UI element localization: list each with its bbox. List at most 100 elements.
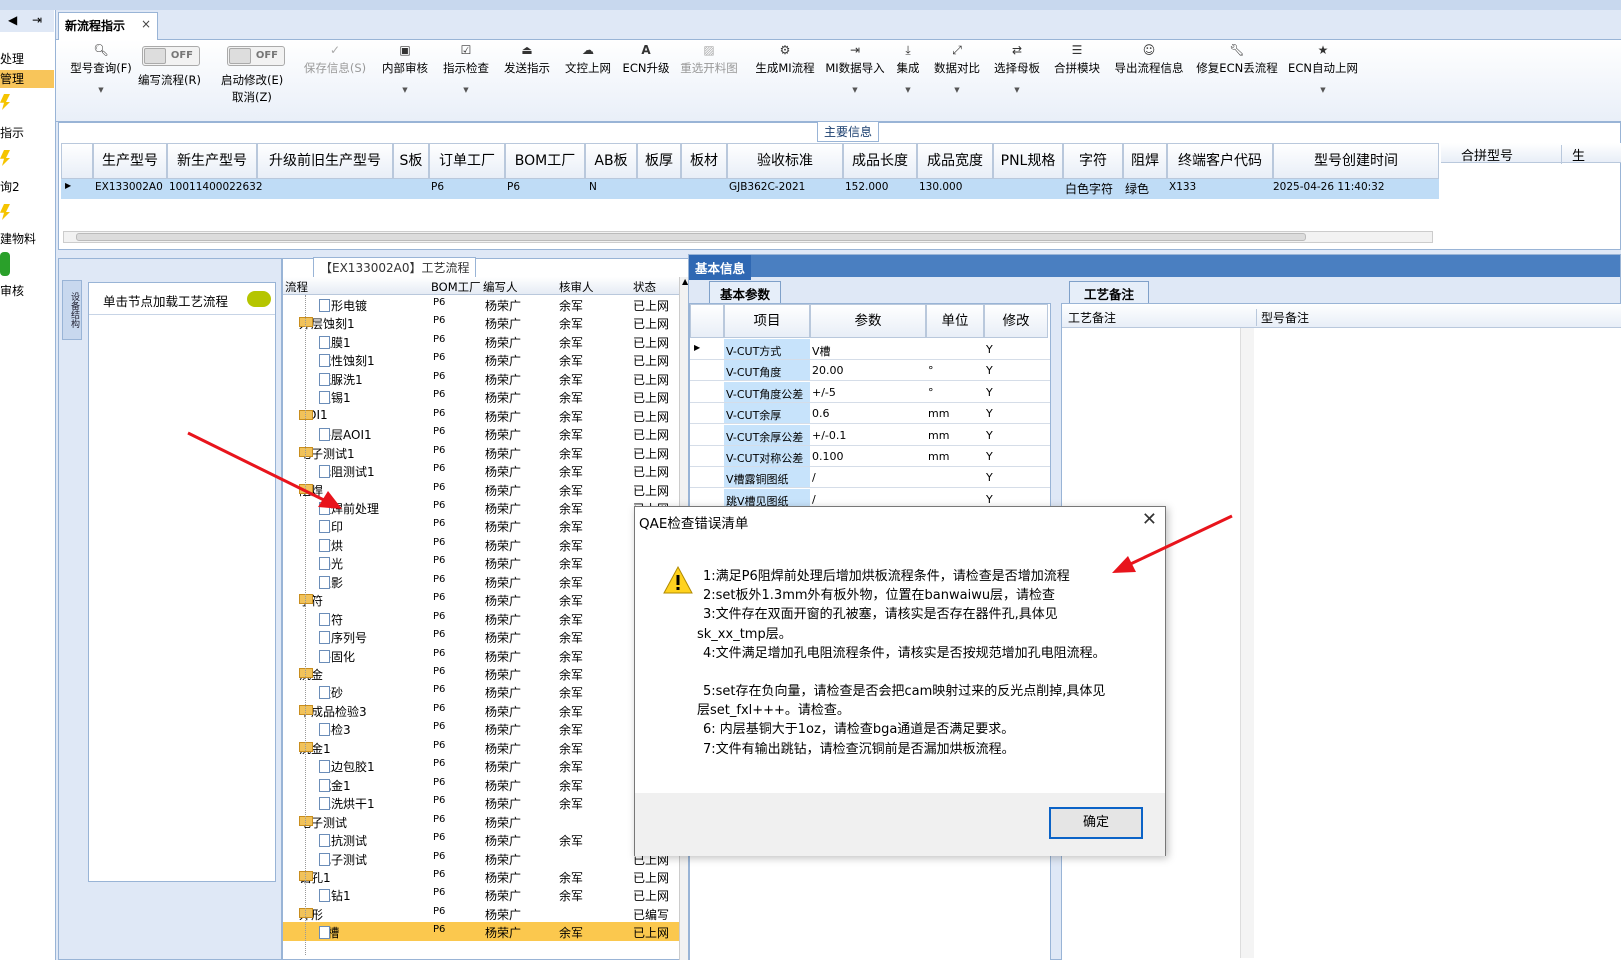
param-cell[interactable]: +/-0.1 — [812, 429, 846, 442]
param-row[interactable]: V-CUT角度公差 +/-5 ° Y — [690, 381, 1050, 403]
col-header[interactable]: 工艺备注 — [1068, 309, 1116, 326]
tree-row[interactable]: 字符P6杨荣广余军已上网 — [283, 609, 679, 628]
col-header[interactable]: 流程 — [285, 279, 308, 295]
close-icon[interactable]: ✕ — [1142, 509, 1157, 530]
col-header[interactable]: 核审人 — [559, 279, 594, 295]
repair-ecn-button[interactable]: 🔧︎ 修复ECN丢流程 — [1194, 40, 1280, 76]
tab-basic-info[interactable]: 基本信息 — [689, 255, 752, 280]
doc-online-button[interactable]: ☁ 文控上网 — [560, 40, 616, 76]
ok-button[interactable]: 确定 — [1049, 807, 1143, 839]
col-header[interactable]: 型号备注 — [1256, 309, 1309, 326]
col-header[interactable]: 编写人 — [483, 279, 518, 295]
nav-item-query2[interactable]: 询2 — [0, 178, 54, 196]
param-cell[interactable]: +/-5 — [812, 386, 836, 399]
tree-row[interactable]: −电子测试1 P6 杨荣广 余军 已上网 — [283, 443, 679, 462]
col-header[interactable]: BOM工厂 — [431, 279, 481, 295]
nav-item-review[interactable]: 审核 — [0, 282, 54, 300]
nav-item-material[interactable]: 建物料 — [0, 230, 54, 248]
tree-row[interactable]: 水洗烘干1P6杨荣广余军已上网 — [283, 793, 679, 812]
chevron-down-icon[interactable]: ▼ — [438, 86, 494, 94]
param-cell[interactable]: / — [812, 493, 816, 506]
col-header[interactable]: 板材 — [681, 143, 727, 179]
col-header[interactable]: 板厚 — [637, 143, 681, 179]
horizontal-scrollbar[interactable] — [63, 231, 1433, 243]
tree-row[interactable]: 显影P6杨荣广余军已上网 — [283, 572, 679, 591]
node-hint[interactable]: 单击节点加载工艺流程 — [89, 283, 275, 315]
col-header[interactable]: 生产型号 — [93, 143, 167, 179]
reselect-cut-image-button[interactable]: ▨ 重选开料图 — [674, 40, 744, 76]
col-header[interactable]: 成品长度 — [843, 143, 917, 179]
chevron-down-icon[interactable]: ▼ — [930, 86, 984, 94]
tree-row[interactable]: −AOI1 P6 杨荣广 余军 已上网 — [283, 406, 679, 425]
col-header[interactable]: 阻焊 — [1123, 143, 1167, 179]
generate-mi-process-button[interactable]: ⚙ 生成MI流程 — [748, 40, 822, 76]
internal-review-button[interactable]: ▣ 内部审核 ▼ — [378, 40, 432, 94]
send-instruction-button[interactable]: ⏏ 发送指示 — [498, 40, 556, 76]
param-cell[interactable]: / — [812, 471, 816, 484]
col-header[interactable]: 字符 — [1063, 143, 1123, 179]
nav-item-manage[interactable]: 管理 — [0, 70, 54, 88]
tree-row[interactable]: 终固化P6杨荣广余军已上网 — [283, 646, 679, 665]
export-process-info-button[interactable]: ☺ 导出流程信息 — [1110, 40, 1188, 76]
col-header[interactable]: AB板 — [585, 143, 637, 179]
start-edit-toggle[interactable]: OFF — [227, 46, 285, 66]
tree-row[interactable]: −字符P6杨荣广余军已上网 — [283, 590, 679, 609]
vertical-scrollbar[interactable] — [1240, 328, 1254, 958]
integrate-button[interactable]: ⤓ 集成 ▼ — [892, 40, 924, 94]
tree-row[interactable]: 预烘P6杨荣广余军已上网 — [283, 535, 679, 554]
param-row[interactable]: V-CUT余厚公差 +/-0.1 mm Y — [690, 424, 1050, 446]
col-header[interactable]: 合拼型号 — [1461, 145, 1513, 164]
col-header[interactable]: 成品宽度 — [917, 143, 993, 179]
tree-row[interactable]: −电子测试P6杨荣广已上网 — [283, 812, 679, 831]
param-cell[interactable]: 20.00 — [812, 364, 844, 377]
tree-row[interactable]: −半成品检验3P6杨荣广余军已上网 — [283, 701, 679, 720]
tree-row[interactable]: 电子测试 P6 杨荣广 已上网 — [283, 849, 679, 868]
cancel-edit-button[interactable]: 取消(Z) — [232, 89, 272, 105]
tree-row[interactable]: V槽 P6 杨荣广 余军 已上网 — [283, 922, 679, 942]
param-cell[interactable]: V槽 — [812, 343, 831, 359]
instruction-check-button[interactable]: ☑ 指示检查 ▼ — [438, 40, 494, 94]
col-header[interactable]: BOM工厂 — [505, 143, 585, 179]
col-header[interactable]: 型号创建时间 — [1273, 143, 1439, 179]
tree-row[interactable]: 阻抗测试P6杨荣广余军已上网 — [283, 830, 679, 849]
tree-row[interactable]: 印序列号P6杨荣广余军已上网 — [283, 627, 679, 646]
col-header[interactable]: 参数 — [810, 304, 926, 338]
param-row[interactable]: V-CUT余厚 0.6 mm Y — [690, 403, 1050, 425]
tree-row[interactable]: 喷砂P6杨荣广余军已上网 — [283, 682, 679, 701]
col-header[interactable]: 修改 — [984, 304, 1048, 338]
write-process-toggle[interactable]: OFF — [142, 46, 200, 66]
tab-new-process[interactable]: 新流程指示 × — [58, 12, 158, 40]
param-cell[interactable]: 0.6 — [812, 407, 830, 420]
tree-row[interactable]: 板边包胶1P6杨荣广余军已上网 — [283, 756, 679, 775]
tree-row[interactable]: −沉金P6杨荣广余军已上网 — [283, 664, 679, 683]
tree-row[interactable]: 曝光P6杨荣广余军已上网 — [283, 553, 679, 572]
col-header[interactable]: 终端客户代码 — [1167, 143, 1273, 179]
close-icon[interactable]: × — [141, 17, 151, 31]
col-header[interactable]: 新生产型号 — [167, 143, 257, 179]
param-row[interactable]: V-CUT角度 20.00 ° Y — [690, 360, 1050, 382]
col-header[interactable]: 生 — [1561, 145, 1585, 164]
chevron-down-icon[interactable]: ▼ — [892, 86, 924, 94]
chevron-down-icon[interactable]: ▼ — [822, 86, 888, 94]
col-header[interactable]: 订单工厂 — [429, 143, 505, 179]
nav-back-icon[interactable]: ◀ — [8, 13, 17, 27]
tree-row[interactable]: −沉金1P6杨荣广余军已上网 — [283, 738, 679, 757]
param-cell[interactable]: 0.100 — [812, 450, 844, 463]
scrollbar-thumb[interactable] — [76, 233, 1306, 241]
tree-row[interactable]: −外层蚀刻1 P6 杨荣广 余军 已上网 — [283, 313, 679, 332]
select-mother-board-button[interactable]: ⇄ 选择母板 ▼ — [990, 40, 1044, 94]
ecn-upgrade-button[interactable]: A ECN升级 — [620, 40, 672, 76]
tree-row[interactable]: −外形 P6 杨荣广 已编写 — [283, 904, 679, 923]
tree-row[interactable]: 碱性蚀刻1 P6 杨荣广 余军 已上网 — [283, 350, 679, 369]
col-header[interactable]: PNL规格 — [993, 143, 1063, 179]
tree-row[interactable]: 丝印P6杨荣广余军已上网 — [283, 516, 679, 535]
tree-row[interactable]: 外层AOI1 P6 杨荣广 余军 已上网 — [283, 424, 679, 443]
col-header[interactable]: 项目 — [724, 304, 810, 338]
col-header[interactable]: 升级前旧生产型号 — [257, 143, 393, 179]
model-query-button[interactable]: 🔍︎ 型号查询(F) ▼ — [64, 40, 138, 94]
tree-row[interactable]: 退膜1 P6 杨荣广 余军 已上网 — [283, 332, 679, 351]
save-info-button[interactable]: ✓ 保存信息(S) — [296, 40, 374, 76]
tree-row[interactable]: 阻焊前处理P6杨荣广余军已上网 — [283, 498, 679, 517]
col-header[interactable]: 单位 — [926, 304, 984, 338]
nav-exit-icon[interactable]: ⇥ — [32, 13, 42, 27]
